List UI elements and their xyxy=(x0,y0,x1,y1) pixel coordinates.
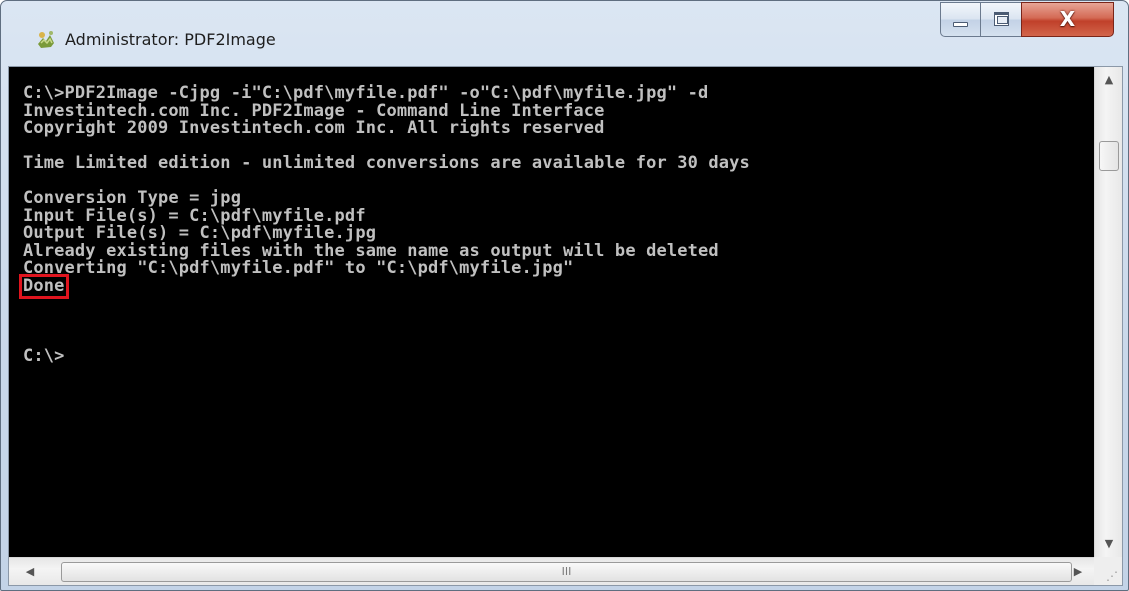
scroll-left-button[interactable]: ◀ xyxy=(17,558,43,586)
app-icon xyxy=(38,31,54,48)
console-line-text: Copyright 2009 Investintech.com Inc. All… xyxy=(23,118,605,138)
close-icon: X xyxy=(1059,7,1076,31)
vertical-scroll-thumb[interactable] xyxy=(1099,141,1119,171)
console-line: C:\> xyxy=(23,345,1093,366)
scroll-down-button[interactable]: ▼ xyxy=(1095,531,1123,557)
maximize-button[interactable] xyxy=(980,2,1021,37)
highlighted-done-text: Done xyxy=(19,273,69,299)
minimize-icon xyxy=(953,22,968,27)
horizontal-scrollbar[interactable]: ◀ III ▶ xyxy=(9,557,1094,585)
vertical-scrollbar[interactable]: ▲ ▼ xyxy=(1094,67,1122,557)
resize-grip-icon[interactable] xyxy=(1094,557,1122,585)
console-window: Administrator: PDF2Image X C:\>PDF2Image… xyxy=(0,0,1129,591)
console-output[interactable]: C:\>PDF2Image -Cjpg -i"C:\pdf\myfile.pdf… xyxy=(9,67,1094,557)
horizontal-scroll-thumb[interactable]: III xyxy=(61,562,1072,582)
console-text: C:\>PDF2Image -Cjpg -i"C:\pdf\myfile.pdf… xyxy=(19,84,1093,366)
window-title: Administrator: PDF2Image xyxy=(65,30,276,49)
scroll-right-button[interactable]: ▶ xyxy=(1065,558,1091,586)
console-client-area: C:\>PDF2Image -Cjpg -i"C:\pdf\myfile.pdf… xyxy=(8,66,1123,586)
console-line-text: Converting "C:\pdf\myfile.pdf" to "C:\pd… xyxy=(23,258,574,278)
scroll-up-button[interactable]: ▲ xyxy=(1095,67,1123,93)
close-button[interactable]: X xyxy=(1021,2,1114,37)
console-line: Converting "C:\pdf\myfile.pdf" to "C:\pd… xyxy=(23,258,1093,278)
console-line: Done xyxy=(19,273,1093,299)
maximize-icon xyxy=(994,12,1009,26)
scroll-grip-icon: III xyxy=(561,565,572,578)
console-line-text: C:\> xyxy=(23,345,65,366)
console-line: Time Limited edition - unlimited convers… xyxy=(23,153,1093,173)
title-bar[interactable]: Administrator: PDF2Image X xyxy=(1,1,1128,65)
caption-buttons: X xyxy=(940,2,1114,37)
console-line: Copyright 2009 Investintech.com Inc. All… xyxy=(23,118,1093,138)
minimize-button[interactable] xyxy=(940,2,980,37)
console-line-text: Time Limited edition - unlimited convers… xyxy=(23,153,750,173)
